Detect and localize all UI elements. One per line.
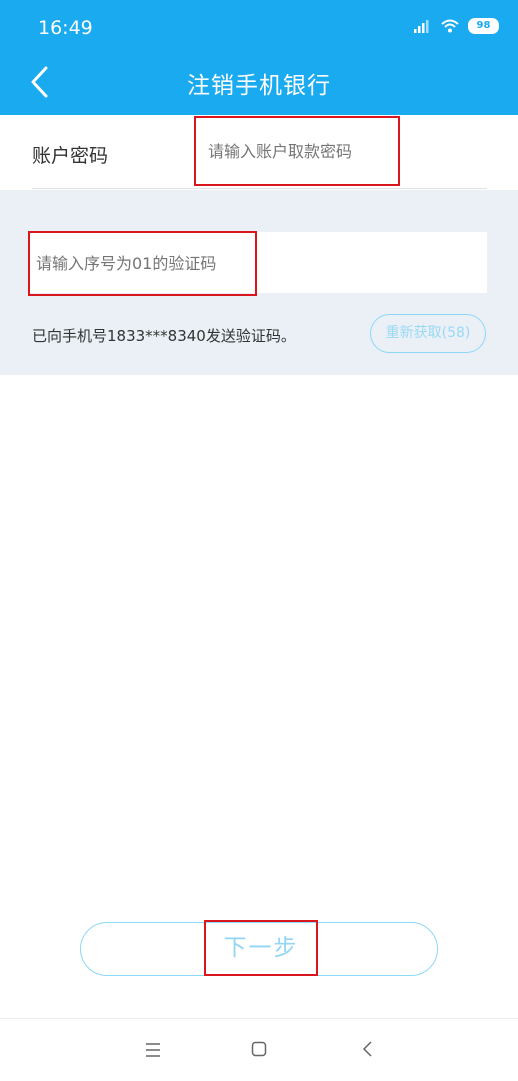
status-time: 16:49 (38, 17, 93, 39)
password-input[interactable] (196, 118, 398, 184)
home-icon[interactable] (251, 1041, 267, 1057)
app-header: 16:49 98 注销手机银行 (0, 0, 518, 115)
resend-code-button[interactable]: 重新获取(58) (370, 314, 486, 353)
signal-icon (414, 20, 429, 33)
battery-icon: 98 (468, 18, 499, 34)
nav-back-icon[interactable] (360, 1039, 376, 1059)
verification-input-box[interactable] (28, 231, 257, 296)
wifi-icon (441, 19, 459, 33)
next-button-label[interactable]: 下一步 (204, 920, 318, 976)
divider (32, 188, 487, 189)
password-input-box[interactable] (194, 116, 400, 186)
status-icons: 98 (414, 18, 499, 34)
verification-code-input[interactable] (30, 233, 255, 294)
system-nav-bar (0, 1018, 518, 1081)
password-label: 账户密码 (32, 145, 109, 167)
sms-sent-message: 已向手机号1833***8340发送验证码。 (32, 327, 296, 345)
page-title: 注销手机银行 (187, 73, 331, 99)
menu-icon[interactable] (144, 1041, 162, 1059)
